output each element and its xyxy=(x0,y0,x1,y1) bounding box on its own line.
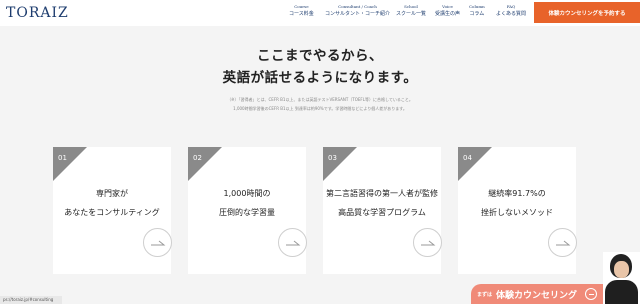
feature-card-02[interactable]: 02 1,000時間の 圧倒的な学習量 xyxy=(188,147,307,274)
floating-cta-prefix: まずは xyxy=(477,292,493,298)
feature-card-03[interactable]: 03 第二言語習得の第一人者が監修 高品質な学習プログラム xyxy=(323,147,442,274)
nav-school[interactable]: School スクール一覧 xyxy=(396,3,426,19)
card-line1: 1,000時間の xyxy=(223,189,271,198)
arrow-right-icon[interactable] xyxy=(413,228,442,257)
arrow-right-icon[interactable] xyxy=(548,228,577,257)
nav-course[interactable]: Course コース料金 xyxy=(289,3,314,19)
nav-faq-en: FAQ xyxy=(506,4,516,9)
hero-title-line2: 英語が話せるようになります。 xyxy=(222,70,418,86)
nav-school-en: School xyxy=(404,4,418,9)
nav-faq[interactable]: FAQ よくある質問 xyxy=(496,3,526,19)
card-line1: 専門家が xyxy=(96,189,128,198)
card-corner-tab xyxy=(53,147,87,181)
arrow-right-icon[interactable] xyxy=(278,228,307,257)
nav-voice[interactable]: Voice 受講生の声 xyxy=(435,3,460,19)
card-line1: 継続率91.7%の xyxy=(488,189,546,198)
header-cta-button[interactable]: 体験カウンセリングを予約する xyxy=(534,2,640,23)
feature-card-01[interactable]: 01 専門家が あなたをコンサルティング xyxy=(53,147,172,274)
card-line1: 第二言語習得の第一人者が監修 xyxy=(326,189,438,198)
site-header: TORAIZ Course コース料金 Consultant / Coach コ… xyxy=(0,0,640,26)
card-corner-tab xyxy=(323,147,357,181)
card-line2: あなたをコンサルティング xyxy=(64,208,160,217)
minus-icon[interactable] xyxy=(585,288,597,300)
status-bar-url: ps://toraiz.jp/#consulting xyxy=(0,296,62,304)
nav-consultant-label: コンサルタント・コーチ紹介 xyxy=(325,11,391,17)
card-number: 01 xyxy=(58,154,67,162)
nav-consultant[interactable]: Consultant / Coach コンサルタント・コーチ紹介 xyxy=(325,3,390,19)
hero-note-line1: （※）「習得者」とは、CEFR B1以上、または英語テストVERSANT（TOE… xyxy=(227,97,413,102)
floating-cta-button[interactable]: まずは 体験カウンセリング xyxy=(471,284,603,304)
hero-title-line1: ここまでやるから、 xyxy=(257,48,383,64)
nav-column[interactable]: Column コラム xyxy=(469,3,485,19)
arrow-right-icon[interactable] xyxy=(143,228,172,257)
feature-card-04[interactable]: 04 継続率91.7%の 挫折しないメソッド xyxy=(458,147,577,274)
card-line2: 高品質な学習プログラム xyxy=(338,208,426,217)
nav-voice-label: 受講生の声 xyxy=(435,11,461,17)
floating-cta-label: 体験カウンセリング xyxy=(496,291,578,301)
counselor-photo xyxy=(603,252,640,304)
card-corner-tab xyxy=(458,147,492,181)
card-number: 04 xyxy=(463,154,472,162)
card-line2: 挫折しないメソッド xyxy=(481,208,553,217)
hero-note-line2: 1,000時間学習後のCEFR B1以上 到達率は約90%です。学習時間などによ… xyxy=(233,106,407,111)
card-number: 03 xyxy=(328,154,337,162)
nav-consultant-en: Consultant / Coach xyxy=(338,4,377,9)
card-number: 02 xyxy=(193,154,202,162)
nav-course-en: Course xyxy=(294,4,309,9)
nav-voice-en: Voice xyxy=(442,4,453,9)
card-line2: 圧倒的な学習量 xyxy=(219,208,275,217)
nav-school-label: スクール一覧 xyxy=(396,11,427,17)
nav-course-label: コース料金 xyxy=(289,11,314,17)
nav-column-label: コラム xyxy=(469,11,485,17)
toraiz-logo[interactable]: TORAIZ xyxy=(6,5,69,21)
nav-column-en: Column xyxy=(469,4,485,9)
nav-faq-label: よくある質問 xyxy=(496,11,527,17)
card-corner-tab xyxy=(188,147,222,181)
